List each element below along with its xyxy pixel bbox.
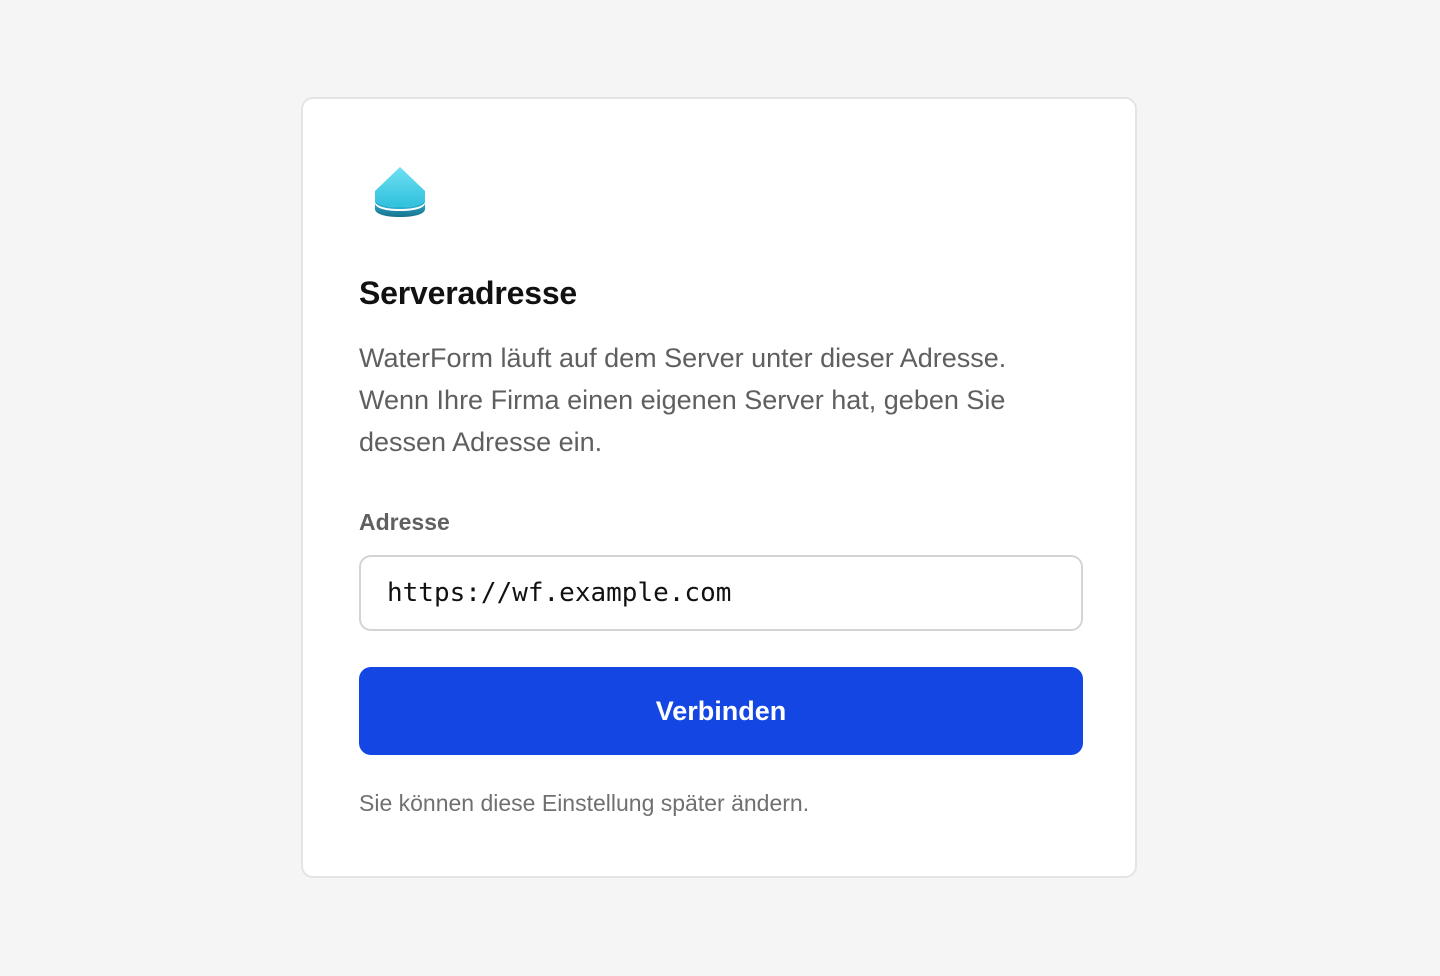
description-text: WaterForm läuft auf dem Server unter die…	[359, 343, 1007, 457]
stacked-disc-logo-icon	[373, 165, 427, 219]
page-title: Serveradresse	[359, 275, 578, 311]
server-address-card: Serveradresse WaterForm läuft auf dem Se…	[301, 97, 1137, 878]
address-label: Adresse	[359, 509, 450, 535]
connect-button[interactable]: Verbinden	[359, 667, 1083, 755]
address-input[interactable]	[359, 555, 1083, 631]
hint-text: Sie können diese Einstellung später ände…	[359, 790, 810, 816]
